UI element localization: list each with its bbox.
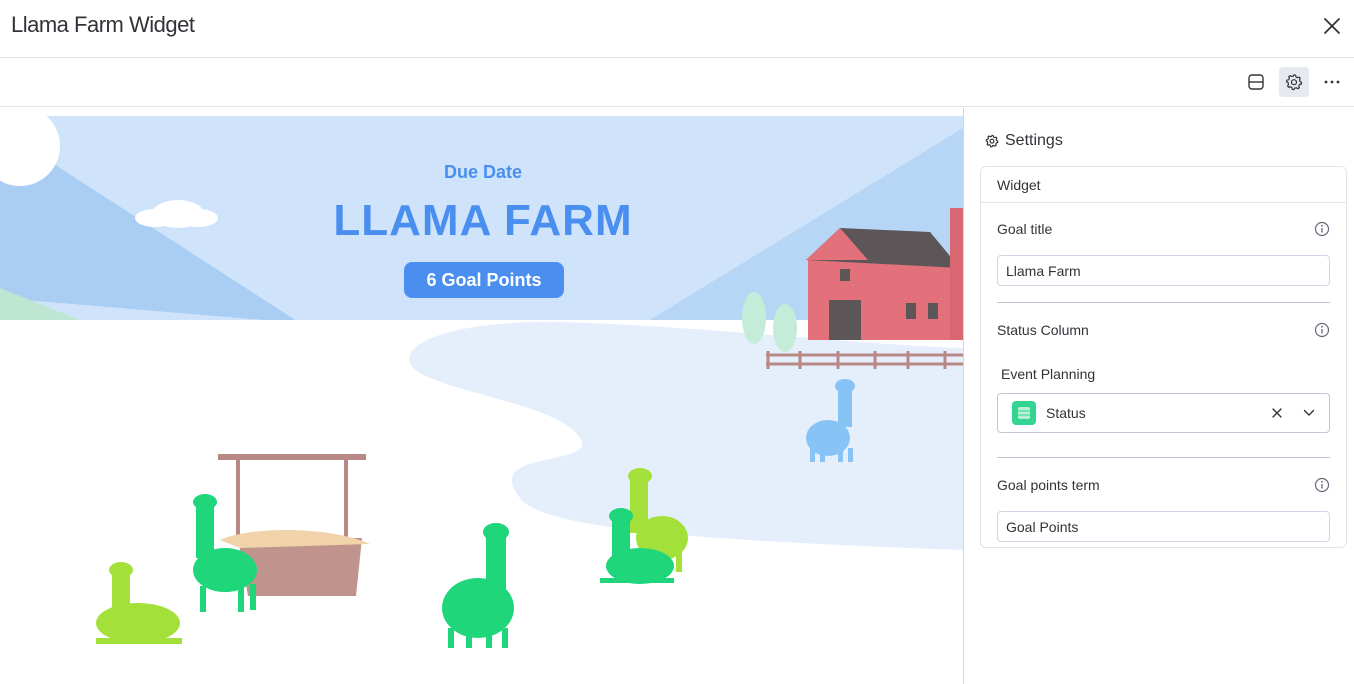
- status-column-select[interactable]: Status: [997, 393, 1330, 433]
- widget-settings-card: Widget Goal title Status Column Event Pl…: [980, 166, 1347, 548]
- status-column-label: Status Column: [997, 322, 1089, 338]
- gear-icon: [985, 134, 999, 148]
- layout-button[interactable]: [1241, 67, 1271, 97]
- close-button[interactable]: [1320, 12, 1344, 40]
- settings-button[interactable]: [1279, 67, 1309, 97]
- dropdown-toggle[interactable]: [1299, 403, 1319, 423]
- board-name-label: Event Planning: [1001, 366, 1096, 382]
- goal-title-input[interactable]: [997, 255, 1330, 286]
- more-button[interactable]: [1317, 67, 1347, 97]
- tree: [742, 292, 766, 344]
- due-date-label: Due Date: [443, 162, 523, 182]
- info-icon[interactable]: [1314, 322, 1330, 338]
- goal-title-label: Goal title: [997, 221, 1053, 237]
- llama-farm-canvas: Due Date LLAMA FARM 6 Goal Points: [0, 108, 963, 684]
- widget-toolbar: [0, 59, 1354, 107]
- section-divider: [997, 302, 1330, 303]
- goal-points-badge-text: 6 Goal Points: [426, 269, 542, 290]
- settings-panel: Settings Widget Goal title Status Column…: [964, 108, 1354, 684]
- gear-icon: [1286, 74, 1303, 91]
- table-icon: [1018, 407, 1030, 419]
- goal-points-badge: 6 Goal Points: [404, 262, 564, 298]
- info-icon[interactable]: [1314, 477, 1330, 493]
- close-icon: [1324, 18, 1340, 34]
- settings-heading: Settings: [985, 132, 1063, 150]
- board-icon: [1012, 401, 1036, 425]
- farm-scene: [0, 108, 963, 684]
- more-icon: [1324, 80, 1340, 84]
- goal-points-term-label: Goal points term: [997, 477, 1100, 493]
- clear-icon: [1272, 408, 1282, 418]
- farm-title: LLAMA FARM: [333, 196, 633, 245]
- info-icon[interactable]: [1314, 221, 1330, 237]
- section-divider: [997, 457, 1330, 458]
- clear-selection-button[interactable]: [1267, 403, 1287, 423]
- chevron-down-icon: [1303, 409, 1315, 416]
- tree: [773, 304, 797, 352]
- window-title: Llama Farm Widget: [11, 12, 195, 37]
- widget-section-header: Widget: [981, 167, 1346, 203]
- settings-heading-text: Settings: [1005, 132, 1063, 149]
- window-titlebar: Llama Farm Widget: [0, 0, 1354, 58]
- goal-points-term-input[interactable]: [997, 511, 1330, 542]
- status-column-value: Status: [1046, 405, 1086, 421]
- layout-icon: [1248, 74, 1264, 90]
